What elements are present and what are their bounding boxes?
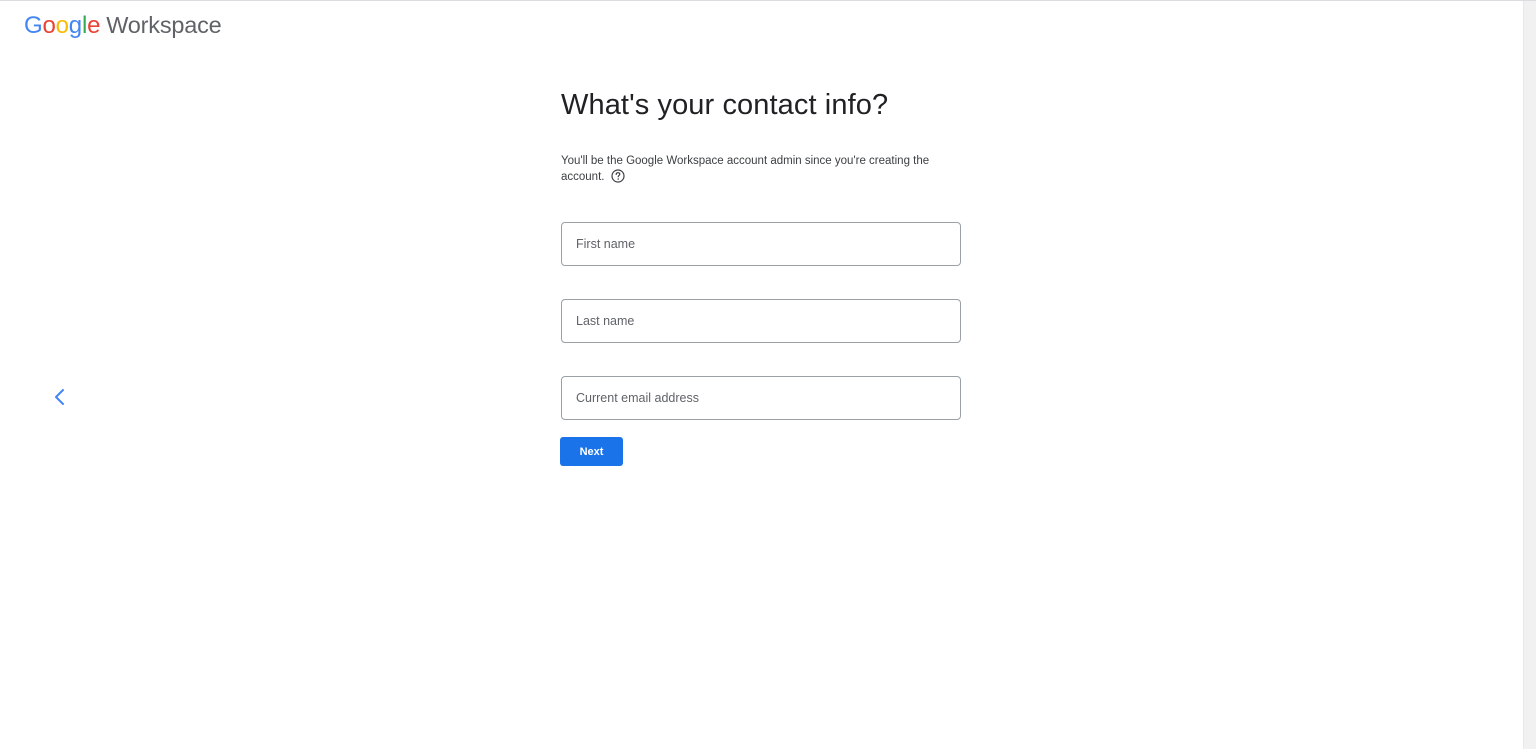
page: Google Workspace What's your contact inf…	[0, 0, 1536, 749]
last-name-input[interactable]	[574, 313, 948, 329]
page-title: What's your contact info?	[561, 89, 889, 121]
logo-letter: o	[55, 12, 69, 39]
logo-letter: o	[42, 12, 56, 39]
last-name-field[interactable]	[561, 299, 961, 343]
help-icon[interactable]	[611, 169, 625, 188]
google-wordmark: Google	[24, 12, 100, 40]
help-circle-icon	[611, 169, 625, 183]
logo-letter: G	[24, 12, 43, 39]
first-name-field[interactable]	[561, 222, 961, 266]
scrollbar[interactable]	[1523, 1, 1536, 749]
chevron-left-icon	[55, 389, 64, 405]
logo-letter: g	[68, 12, 82, 39]
first-name-input[interactable]	[574, 236, 948, 252]
email-input[interactable]	[574, 390, 948, 406]
form-description: You'll be the Google Workspace account a…	[561, 153, 951, 188]
contact-info-form: What's your contact info? You'll be the …	[560, 87, 963, 466]
logo-letter: e	[87, 12, 101, 39]
email-field[interactable]	[561, 376, 961, 420]
back-button[interactable]	[46, 383, 74, 411]
google-workspace-logo: Google Workspace	[24, 12, 222, 42]
next-button[interactable]: Next	[560, 437, 623, 466]
logo-product-name: Workspace	[106, 12, 222, 38]
